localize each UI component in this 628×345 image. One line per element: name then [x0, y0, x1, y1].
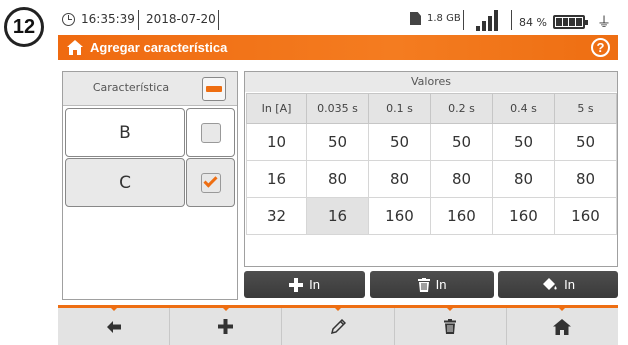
table-cell[interactable]: 160	[554, 197, 617, 235]
characteristic-b-check-cell[interactable]	[186, 108, 235, 157]
pencil-icon	[330, 319, 346, 334]
column-header: 0.1 s	[368, 93, 431, 124]
characteristic-c-cell[interactable]: C	[65, 158, 185, 207]
clock-icon	[62, 12, 75, 26]
plus-icon	[218, 319, 234, 334]
status-bar: 16:35:39 2018-07-20 1.8 GB 84 % ⏚	[58, 9, 618, 33]
status-time: 16:35:39	[81, 12, 135, 26]
characteristic-label: B	[119, 122, 131, 143]
add-row-button[interactable]: In	[244, 271, 365, 298]
values-panel: Valores In [A] 0.035 s 0.1 s 0.2 s 0.4 s…	[244, 71, 618, 267]
characteristics-panel: Característica B C	[62, 71, 238, 300]
characteristic-b-cell[interactable]: B	[65, 108, 185, 157]
delete-row-label: In	[435, 277, 447, 292]
column-header: 0.4 s	[492, 93, 555, 124]
sd-card-icon	[410, 12, 421, 25]
table-cell[interactable]: 160	[492, 197, 555, 235]
plug-icon: ⏚	[596, 15, 611, 31]
column-header: 0.2 s	[430, 93, 493, 124]
battery-indicator: 84 % ⏚	[519, 12, 611, 32]
checkbox-unchecked[interactable]	[200, 122, 221, 143]
table-cell[interactable]: 80	[306, 160, 369, 198]
characteristics-header: Característica	[63, 72, 237, 106]
signal-strength-icon	[476, 9, 498, 31]
title-bar: Agregar característica ?	[58, 35, 618, 60]
home-icon	[553, 318, 572, 335]
add-row-label: In	[309, 277, 320, 292]
table-cell[interactable]: 80	[492, 160, 555, 198]
home-button[interactable]	[507, 307, 618, 345]
battery-icon	[552, 15, 588, 29]
checkbox-checked[interactable]	[200, 172, 221, 193]
checkmark-icon	[203, 173, 218, 188]
storage-value: 1.8 GB	[427, 13, 461, 24]
back-arrow-icon	[106, 320, 121, 333]
fill-label: In	[564, 277, 575, 292]
table-cell[interactable]: 10	[246, 123, 307, 161]
table-cell[interactable]: 50	[554, 123, 617, 161]
table-row[interactable]: 10 50 50 50 50 50	[246, 123, 617, 161]
battery-percent: 84 %	[519, 15, 547, 29]
storage-indicator: 1.8 GB	[410, 12, 461, 25]
column-header: In [A]	[246, 93, 307, 124]
trash-icon	[417, 277, 430, 292]
plus-icon	[289, 277, 304, 292]
status-date: 2018-07-20	[146, 12, 216, 26]
column-header: 0.035 s	[306, 93, 369, 124]
values-header: Valores	[245, 72, 617, 92]
clock: 16:35:39	[62, 12, 135, 26]
table-cell[interactable]: 80	[368, 160, 431, 198]
page-title: Agregar característica	[90, 40, 228, 55]
table-cell[interactable]: 50	[306, 123, 369, 161]
table-cell[interactable]: 50	[430, 123, 493, 161]
table-row[interactable]: 16 80 80 80 80 80	[246, 160, 617, 198]
table-cell[interactable]: 50	[368, 123, 431, 161]
delete-button[interactable]	[395, 307, 507, 345]
column-header: 5 s	[554, 93, 617, 124]
characteristics-header-label: Característica	[92, 81, 170, 94]
table-cell[interactable]: 160	[430, 197, 493, 235]
table-row[interactable]: 32 16 160 160 160 160	[246, 197, 617, 235]
table-cell[interactable]: 32	[246, 197, 307, 235]
table-cell-selected[interactable]: 16	[306, 197, 369, 235]
add-button[interactable]	[170, 307, 283, 345]
step-number-badge: 12	[4, 7, 44, 47]
back-button[interactable]	[58, 307, 171, 345]
table-cell[interactable]: 80	[554, 160, 617, 198]
table-cell[interactable]: 16	[246, 160, 307, 198]
trash-icon	[444, 319, 457, 334]
fill-button[interactable]: In	[498, 271, 618, 298]
help-icon[interactable]: ?	[591, 38, 610, 57]
values-table: In [A] 0.035 s 0.1 s 0.2 s 0.4 s 5 s 10 …	[246, 93, 617, 235]
paint-bucket-icon	[541, 277, 558, 292]
delete-row-button[interactable]: In	[370, 271, 494, 298]
home-icon[interactable]	[66, 39, 84, 56]
table-cell[interactable]: 50	[492, 123, 555, 161]
table-cell[interactable]: 80	[430, 160, 493, 198]
deselect-all-button[interactable]	[202, 77, 226, 101]
bottom-toolbar	[58, 307, 618, 345]
characteristic-label: C	[119, 172, 131, 193]
edit-button[interactable]	[282, 307, 395, 345]
characteristic-c-check-cell[interactable]	[186, 158, 235, 207]
table-cell[interactable]: 160	[368, 197, 431, 235]
